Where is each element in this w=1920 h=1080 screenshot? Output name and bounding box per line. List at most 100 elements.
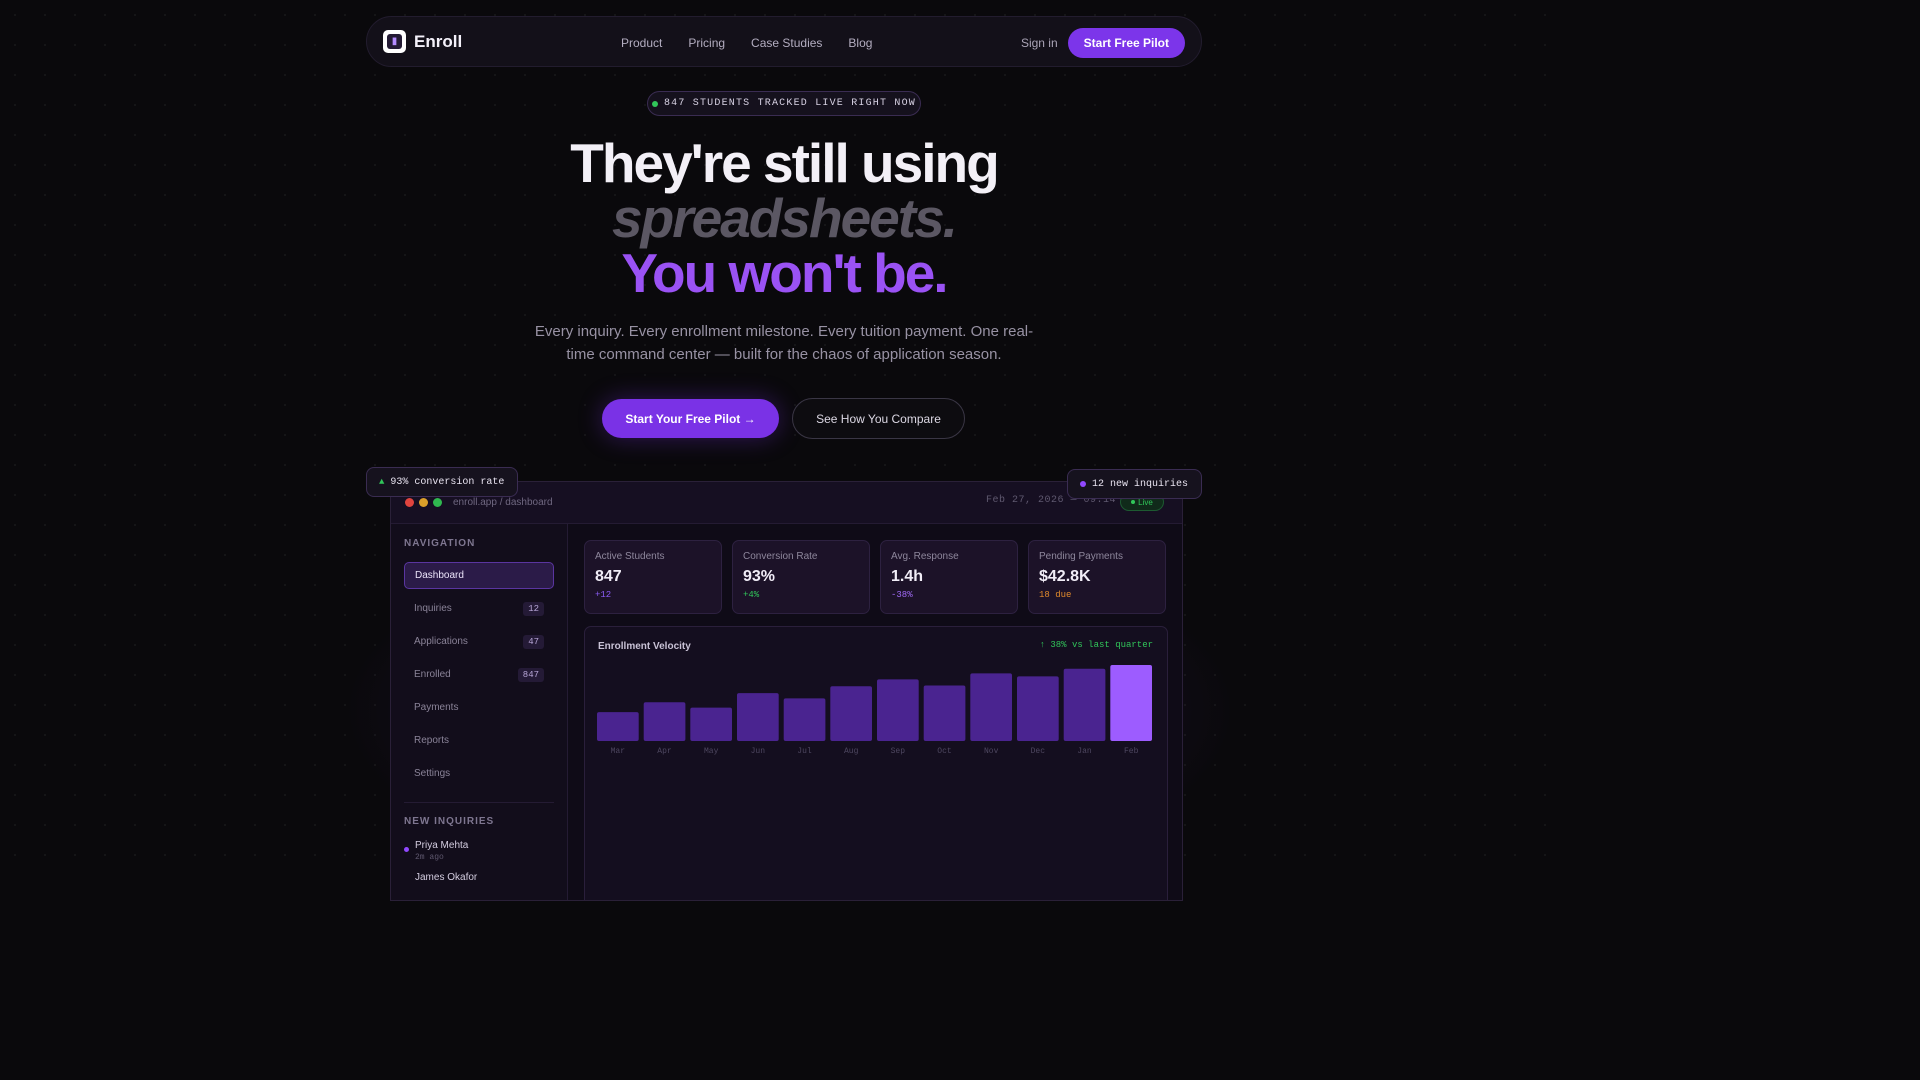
new-inquiries-badge: 12 new inquiries [1067, 469, 1202, 499]
sidebar-divider [404, 802, 554, 803]
dashboard-sidebar: NAVIGATION Dashboard Inquiries 12 Applic… [391, 524, 568, 900]
sidebar-item-label: Applications [414, 636, 468, 647]
enrollment-velocity-chart: Enrollment Velocity ↑ 38% vs last quarte… [584, 626, 1168, 900]
sidebar-item-count: 12 [523, 601, 544, 616]
nav-links: Product Pricing Case Studies Blog [621, 17, 872, 68]
chart-bar-aug [830, 686, 872, 741]
stat-card-active-students[interactable]: Active Students 847 +12 [584, 540, 722, 614]
unread-dot-icon [404, 847, 409, 852]
sign-in-link[interactable]: Sign in [1021, 36, 1058, 50]
chart-bar-sep [877, 679, 919, 741]
nav-link-case-studies[interactable]: Case Studies [751, 36, 822, 50]
sidebar-item-payments[interactable]: Payments [404, 694, 554, 721]
trend-up-icon: ▲ [379, 477, 385, 487]
chart-bar-dec [1017, 676, 1059, 741]
chart-tick-label: Nov [984, 747, 999, 756]
brand[interactable]: ▮ Enroll [383, 30, 462, 53]
chart-delta: ↑ 38% vs last quarter [1039, 640, 1153, 650]
inquiry-time: 2m ago [415, 853, 444, 862]
dashboard-preview: enroll.app / dashboard Feb 27, 2026 — 09… [390, 481, 1183, 901]
stat-delta: +12 [595, 590, 612, 600]
inquiry-name: James Okafor [415, 872, 478, 883]
inquiry-item[interactable]: James Okafor [404, 872, 554, 883]
brand-name: Enroll [414, 31, 463, 51]
sidebar-item-settings[interactable]: Settings [404, 760, 554, 787]
stat-delta: 18 due [1039, 590, 1072, 600]
live-indicator-icon [1131, 500, 1136, 504]
stat-value: 847 [595, 568, 622, 585]
live-dot-icon [651, 100, 658, 107]
sidebar-item-label: Enrolled [414, 669, 451, 680]
conversion-rate-text: 93% conversion rate [390, 476, 505, 488]
chart-bar-jan [1063, 668, 1106, 741]
nav-link-blog[interactable]: Blog [848, 36, 872, 50]
sidebar-item-label: Inquiries [414, 603, 452, 614]
chart-bar-oct [923, 685, 966, 741]
stat-label: Conversion Rate [743, 551, 818, 562]
stat-delta: -38% [891, 590, 913, 600]
chart-bar-feb [1110, 665, 1152, 741]
enroll-logo-icon: ▮ [383, 30, 406, 53]
sidebar-item-enrolled[interactable]: Enrolled 847 [404, 661, 554, 688]
start-your-free-pilot-button[interactable]: Start Your Free Pilot → [602, 399, 779, 438]
chart-bar-nov [970, 673, 1012, 741]
stats-row: Active Students 847 +12 Conversion Rate … [584, 540, 1168, 614]
chart-tick-label: Mar [611, 747, 626, 756]
sidebar-item-count: 47 [523, 634, 544, 649]
live-tracking-badge: 847 STUDENTS TRACKED LIVE RIGHT NOW [647, 91, 921, 116]
nav-actions: Sign in Start Free Pilot [1021, 17, 1185, 68]
inquiry-name: Priya Mehta [415, 840, 469, 851]
chart-tick-label: Feb [1124, 747, 1139, 756]
dashboard-url: enroll.app / dashboard [453, 497, 553, 508]
stat-card-pending-payments[interactable]: Pending Payments $42.8K 18 due [1028, 540, 1166, 614]
stat-label: Active Students [595, 551, 665, 562]
hero-headline-line-1: They're still using [570, 132, 999, 194]
inquiry-dot-icon [1080, 481, 1086, 487]
minimize-window-icon[interactable] [419, 498, 428, 507]
chart-bar-jun [737, 693, 779, 741]
chart-plot: Mar Apr May Jun Jul Aug Sep Oct Nov Dec Jan Feb [597, 665, 1152, 756]
stat-card-avg-response[interactable]: Avg. Response 1.4h -38% [880, 540, 1018, 614]
nav-link-product[interactable]: Product [621, 36, 662, 50]
chart-tick-label: Oct [937, 747, 951, 756]
stat-value: 1.4h [891, 568, 924, 585]
top-nav: ▮ Enroll Product Pricing Case Studies Bl… [366, 16, 1202, 67]
chart-bar-jul [783, 698, 826, 741]
sidebar-heading: NAVIGATION [404, 538, 476, 549]
sidebar-item-applications[interactable]: Applications 47 [404, 628, 554, 655]
stat-value: 93% [743, 568, 776, 585]
sidebar-item-inquiries[interactable]: Inquiries 12 [404, 595, 554, 622]
live-badge-text: 847 STUDENTS TRACKED LIVE RIGHT NOW [663, 98, 917, 109]
chart-title: Enrollment Velocity [598, 641, 691, 652]
chart-tick-label: May [704, 747, 719, 756]
chart-bar-mar [597, 712, 639, 741]
sidebar-item-count: 847 [517, 667, 544, 682]
new-inquiries-heading: NEW INQUIRIES [404, 816, 495, 827]
maximize-window-icon[interactable] [433, 498, 442, 507]
sidebar-item-reports[interactable]: Reports [404, 727, 554, 754]
conversion-rate-badge: ▲ 93% conversion rate [366, 467, 518, 497]
sidebar-item-label: Settings [414, 768, 451, 779]
chart-tick-label: Apr [657, 747, 672, 756]
nav-link-pricing[interactable]: Pricing [688, 36, 725, 50]
sidebar-item-label: Dashboard [415, 570, 464, 581]
hero-headline-line-3: You won't be. [621, 242, 948, 304]
see-how-you-compare-button[interactable]: See How You Compare [792, 398, 965, 439]
close-window-icon[interactable] [405, 498, 414, 507]
inquiry-item[interactable]: Priya Mehta 2m ago [404, 840, 554, 862]
chart-tick-label: Aug [844, 747, 859, 756]
chart-bar-apr [643, 702, 686, 741]
stat-value: $42.8K [1039, 568, 1091, 585]
chart-tick-label: Jan [1077, 747, 1092, 756]
stat-delta: +4% [743, 590, 760, 600]
sidebar-item-label: Reports [414, 735, 450, 746]
sidebar-item-label: Payments [414, 702, 459, 713]
chart-tick-label: Jul [797, 747, 812, 756]
stat-card-conversion-rate[interactable]: Conversion Rate 93% +4% [732, 540, 870, 614]
stat-label: Pending Payments [1039, 551, 1123, 562]
sidebar-item-dashboard[interactable]: Dashboard [404, 562, 554, 589]
chart-tick-label: Dec [1031, 747, 1046, 756]
new-inquiries-text: 12 new inquiries [1092, 478, 1189, 490]
hero-headline-line-2: spreadsheets. [612, 187, 958, 249]
start-free-pilot-button[interactable]: Start Free Pilot [1067, 27, 1185, 58]
